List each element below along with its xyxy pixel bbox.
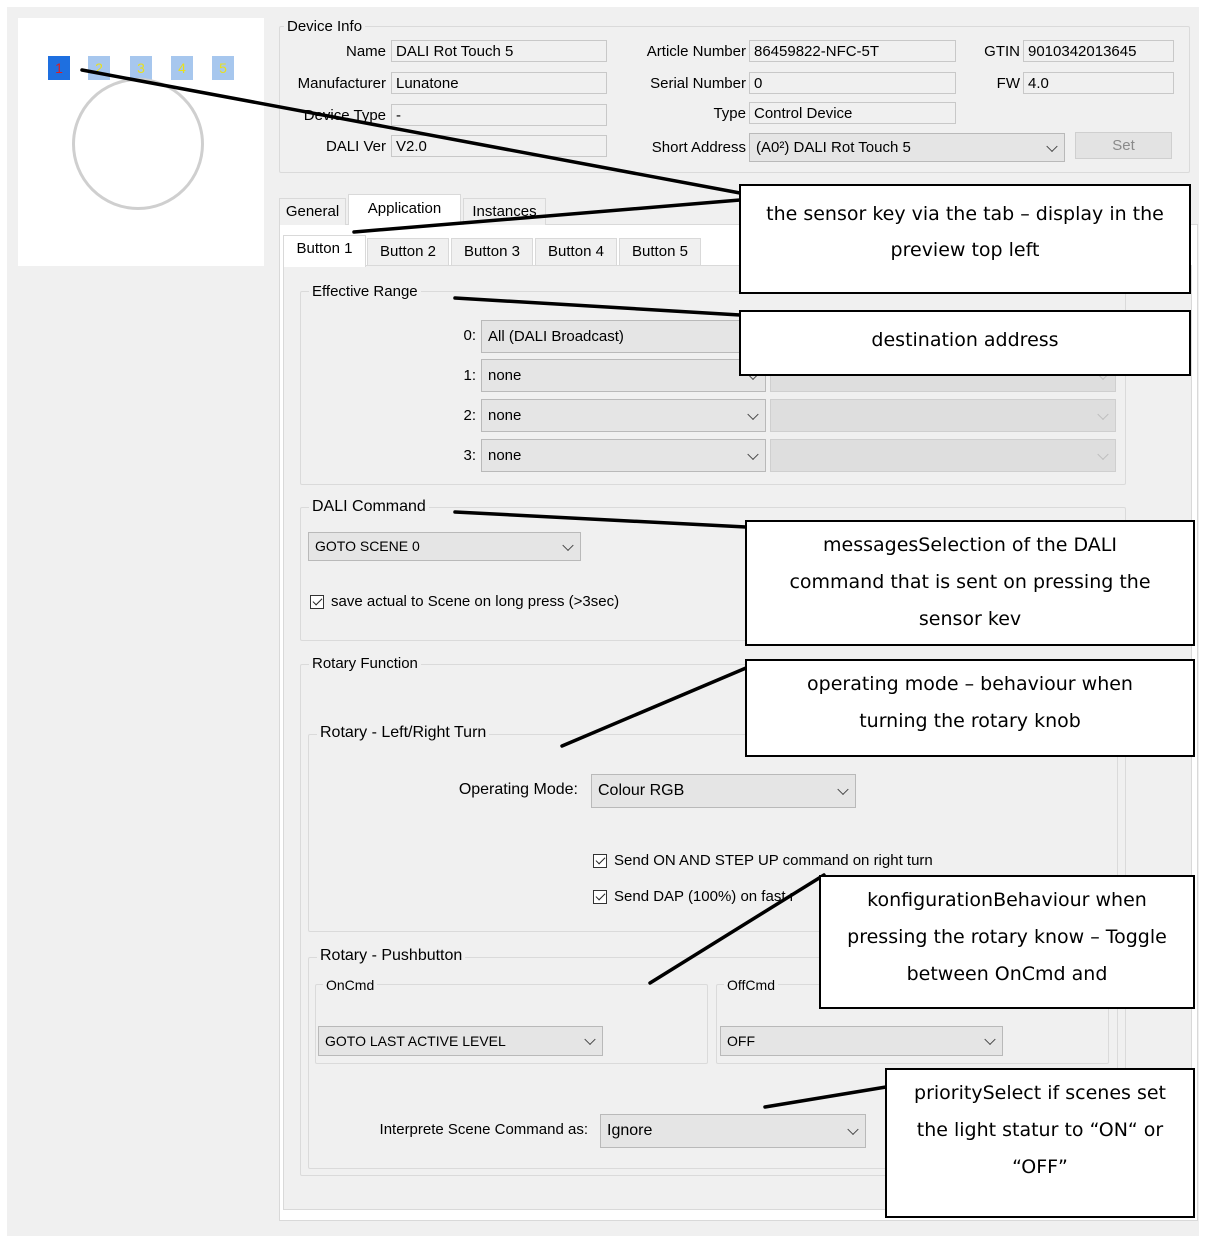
tab-button-4[interactable]: Button 4	[535, 238, 617, 266]
rotary-turn-title: Rotary - Left/Right Turn	[317, 724, 490, 742]
oncmd-value: GOTO LAST ACTIVE LEVEL	[325, 1033, 506, 1049]
chevron-down-icon	[1097, 448, 1109, 460]
send-on-step-up-checkbox[interactable]	[593, 854, 607, 868]
callout-konfiguration: konfigurationBehaviour when pressing the…	[819, 875, 1195, 1009]
range-select-3-value: none	[488, 447, 522, 464]
save-scene-checkbox[interactable]	[310, 595, 324, 609]
offcmd-value: OFF	[727, 1033, 755, 1049]
preview-key-3[interactable]: 3	[130, 56, 152, 80]
tab-button-3[interactable]: Button 3	[451, 238, 533, 266]
short-address-label: Short Address	[651, 139, 746, 156]
tab-general[interactable]: General	[279, 198, 346, 225]
tab-instances[interactable]: Instances	[463, 198, 546, 225]
callout-messages: messagesSelection of the DALI command th…	[745, 520, 1195, 646]
interprete-label: Interprete Scene Command as:	[379, 1121, 588, 1138]
manufacturer-label: Manufacturer	[297, 75, 386, 92]
serial-number-label: Serial Number	[650, 75, 746, 92]
chevron-down-icon	[984, 1033, 996, 1046]
range-select-0-value: All (DALI Broadcast)	[488, 328, 624, 345]
preview-key-4[interactable]: 4	[171, 56, 193, 80]
tab-button-5[interactable]: Button 5	[619, 238, 701, 266]
range-index-0: 0:	[463, 327, 476, 344]
device-type-field: -	[391, 104, 607, 126]
range-select-3[interactable]: none	[481, 439, 766, 472]
gtin-field: 9010342013645	[1023, 40, 1174, 62]
callout-operating-mode: operating mode – behaviour when turning …	[745, 659, 1195, 757]
chevron-down-icon	[837, 783, 849, 796]
send-dap-checkbox[interactable]	[593, 890, 607, 904]
chevron-down-icon	[747, 448, 759, 460]
preview-key-1[interactable]: 1	[48, 56, 70, 80]
operating-mode-label: Operating Mode:	[458, 781, 578, 798]
chevron-down-icon	[747, 408, 759, 420]
chevron-down-icon	[562, 539, 574, 551]
gtin-label: GTIN	[984, 43, 1020, 60]
article-number-label: Article Number	[646, 43, 746, 60]
preview-key-5[interactable]: 5	[212, 56, 234, 80]
rotary-function-title: Rotary Function	[309, 655, 421, 673]
callout-priority: prioritySelect if scenes set the light s…	[885, 1068, 1195, 1218]
interprete-select[interactable]: Ignore	[600, 1114, 866, 1148]
dali-ver-field: V2.0	[391, 135, 607, 157]
dali-command-value: GOTO SCENE 0	[315, 538, 420, 554]
device-type-label: Device Type	[303, 107, 386, 124]
serial-number-field: 0	[749, 72, 956, 94]
rotary-knob-preview	[72, 78, 204, 210]
device-info-title: Device Info	[284, 18, 366, 36]
chevron-down-icon	[1097, 408, 1109, 420]
set-button[interactable]: Set	[1075, 132, 1172, 159]
effective-range-title: Effective Range	[309, 283, 421, 301]
range-select-0[interactable]: All (DALI Broadcast)	[481, 320, 766, 353]
preview-key-2[interactable]: 2	[88, 56, 110, 80]
interprete-value: Ignore	[607, 1122, 653, 1139]
oncmd-title: OnCmd	[323, 976, 378, 994]
offcmd-title: OffCmd	[724, 976, 778, 994]
dali-command-select[interactable]: GOTO SCENE 0	[308, 532, 581, 561]
range-select-2[interactable]: none	[481, 399, 766, 432]
dali-ver-label: DALI Ver	[325, 138, 386, 155]
chevron-down-icon	[847, 1123, 859, 1136]
fw-label: FW	[996, 75, 1020, 92]
range-index-2: 2:	[463, 407, 476, 424]
range-subselect-2[interactable]	[770, 399, 1116, 432]
dali-command-title: DALI Command	[309, 498, 429, 516]
range-select-1-value: none	[488, 367, 522, 384]
rotary-pushbutton-title: Rotary - Pushbutton	[317, 947, 466, 965]
tab-button-2[interactable]: Button 2	[367, 238, 449, 266]
chevron-down-icon	[1046, 140, 1058, 152]
name-field: DALI Rot Touch 5	[391, 40, 607, 62]
short-address-value: (A0²) DALI Rot Touch 5	[756, 139, 911, 156]
range-select-1[interactable]: none	[481, 359, 766, 392]
manufacturer-field: Lunatone	[391, 72, 607, 94]
callout-destination: destination address	[739, 310, 1191, 376]
callout-sensor-key: the sensor key via the tab – display in …	[739, 184, 1191, 294]
short-address-select[interactable]: (A0²) DALI Rot Touch 5	[749, 133, 1065, 162]
save-scene-label: save actual to Scene on long press (>3se…	[331, 593, 620, 610]
send-dap-label: Send DAP (100%) on fast r	[614, 888, 795, 905]
tab-application[interactable]: Application	[348, 194, 461, 225]
range-index-1: 1:	[463, 367, 476, 384]
operating-mode-value: Colour RGB	[598, 782, 685, 799]
article-number-field: 86459822-NFC-5T	[749, 40, 956, 62]
oncmd-select[interactable]: GOTO LAST ACTIVE LEVEL	[318, 1026, 603, 1056]
range-select-2-value: none	[488, 407, 522, 424]
range-subselect-3[interactable]	[770, 439, 1116, 472]
name-label: Name	[345, 43, 386, 60]
type-label: Type	[713, 105, 746, 122]
tab-button-1[interactable]: Button 1	[283, 235, 366, 267]
operating-mode-select[interactable]: Colour RGB	[591, 774, 856, 808]
send-on-step-up-label: Send ON AND STEP UP command on right tur…	[614, 852, 933, 869]
offcmd-select[interactable]: OFF	[720, 1026, 1003, 1056]
fw-field: 4.0	[1023, 72, 1174, 94]
chevron-down-icon	[584, 1033, 596, 1046]
range-index-3: 3:	[463, 447, 476, 464]
type-field: Control Device	[749, 102, 956, 124]
